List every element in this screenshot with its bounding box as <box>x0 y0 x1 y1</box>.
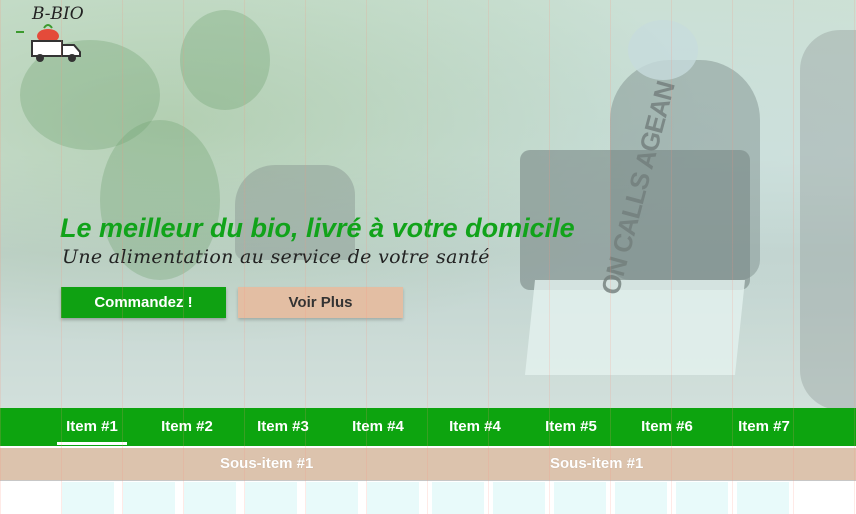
hero-banner: ON CALLS AGEAN <box>0 0 856 408</box>
delivery-truck-icon <box>16 24 81 62</box>
hero-subline: Une alimentation au service de votre san… <box>62 246 490 268</box>
column-guide <box>432 482 484 514</box>
nav-item-2[interactable]: Item #2 <box>152 408 222 446</box>
column-guide <box>367 482 419 514</box>
nav-item-4b[interactable]: Item #4 <box>440 408 510 446</box>
nav-item-1[interactable]: Item #1 <box>57 408 127 446</box>
column-guide <box>123 482 175 514</box>
sub-navigation: Sous-item #1 Sous-item #1 <box>0 448 856 481</box>
nav-item-3[interactable]: Item #3 <box>248 408 318 446</box>
column-guide <box>306 482 358 514</box>
subnav-item-2[interactable]: Sous-item #1 <box>550 448 643 480</box>
column-guide <box>245 482 297 514</box>
see-more-button[interactable]: Voir Plus <box>238 287 403 318</box>
order-button[interactable]: Commandez ! <box>61 287 226 318</box>
nav-item-6[interactable]: Item #6 <box>632 408 702 446</box>
nav-item-5[interactable]: Item #5 <box>536 408 606 446</box>
nav-item-7[interactable]: Item #7 <box>729 408 799 446</box>
column-guide <box>493 482 545 514</box>
column-guide <box>615 482 667 514</box>
column-guide <box>554 482 606 514</box>
hero-headline: Le meilleur du bio, livré à votre domici… <box>60 213 575 243</box>
nav-item-4[interactable]: Item #4 <box>343 408 413 446</box>
column-guide <box>184 482 236 514</box>
subnav-item-1[interactable]: Sous-item #1 <box>220 448 313 480</box>
column-guide <box>62 482 114 514</box>
brand-logo[interactable]: B-BIO <box>14 4 86 66</box>
main-navigation: Item #1 Item #2 Item #3 Item #4 Item #4 … <box>0 408 856 446</box>
column-guide <box>676 482 728 514</box>
hero-overlay <box>0 0 856 408</box>
column-guide <box>737 482 789 514</box>
